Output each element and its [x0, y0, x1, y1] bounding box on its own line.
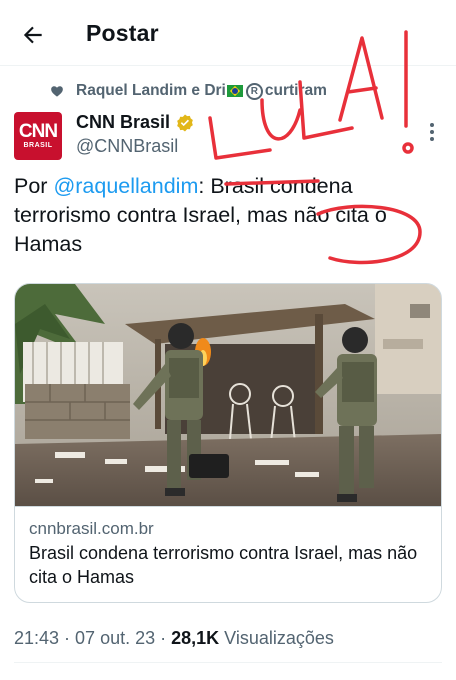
link-card-meta: cnnbrasil.com.br Brasil condena terroris… [15, 506, 441, 602]
author-handle[interactable]: @CNNBrasil [76, 136, 178, 157]
views-count: 28,1K [171, 628, 220, 648]
registered-icon: R [245, 82, 263, 100]
social-context[interactable]: Raquel Landim e Dri R curtiram [50, 80, 327, 102]
news-photo [15, 284, 441, 506]
post-metadata: 21:43 · 07 out. 23 · 28,1K Visualizações [14, 628, 334, 649]
post-prefix: Por [14, 174, 54, 198]
top-bar: Postar [0, 0, 456, 66]
liked-by-names: Raquel Landim e Dri [76, 82, 226, 99]
avatar-logo-subtext: BRASIL [23, 142, 53, 149]
arrow-left-icon [23, 26, 42, 44]
more-dot-icon [430, 130, 434, 134]
more-dot-icon [430, 123, 434, 127]
author-name-row[interactable]: CNN Brasil [76, 112, 195, 133]
link-card[interactable]: cnnbrasil.com.br Brasil condena terroris… [14, 283, 442, 603]
mention-link[interactable]: @raquellandim [53, 174, 198, 198]
avatar[interactable]: CNN BRASIL [14, 112, 62, 160]
page-title: Postar [86, 20, 159, 46]
link-card-title: Brasil condena terrorismo contra Israel,… [29, 543, 418, 587]
views-label: Visualizações [219, 628, 334, 648]
heart-icon [51, 86, 63, 97]
author-name: CNN Brasil [76, 112, 171, 132]
liked-label: curtiram [264, 82, 327, 99]
post-text: Por @raquellandim: Brasil condena terror… [14, 172, 444, 259]
more-options-button[interactable] [426, 123, 438, 143]
more-dot-icon [430, 137, 434, 141]
verified-badge-icon [177, 114, 193, 131]
back-button[interactable] [20, 22, 46, 48]
post-timestamp[interactable]: 21:43 · 07 out. 23 · [14, 628, 171, 648]
divider [14, 662, 442, 663]
avatar-logo-text: CNN [18, 121, 58, 142]
link-card-domain: cnnbrasil.com.br [29, 519, 154, 538]
brazil-flag-icon [226, 85, 243, 97]
